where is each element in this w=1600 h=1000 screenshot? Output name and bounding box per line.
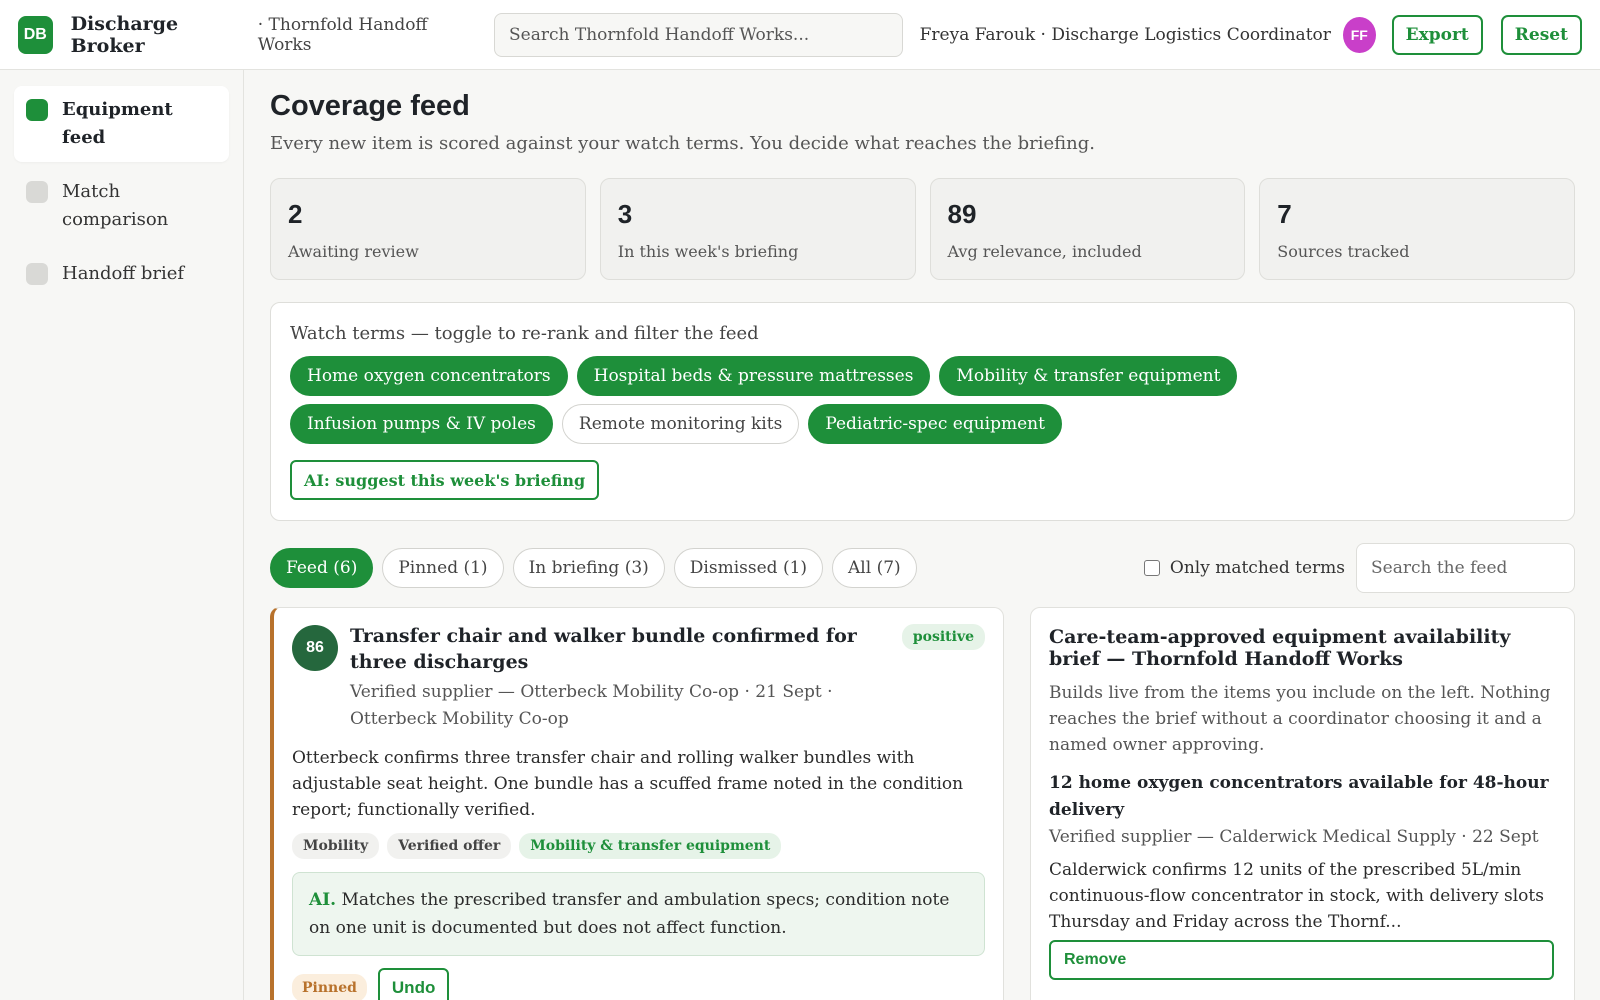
export-button[interactable]: Export [1391,14,1483,55]
global-search-input[interactable]: Search Thornfold Handoff Works... [494,12,903,57]
tab-dismissed[interactable]: Dismissed (1) [673,548,824,588]
stats-row: 2 Awaiting review 3 In this week's brief… [270,178,1575,280]
watch-terms-title: Watch terms — toggle to re-rank and filt… [290,323,759,344]
brief-item-source: Verified supplier — Calderwick Medical S… [1049,827,1539,847]
brief-title: Care-team-approved equipment availabilit… [1049,626,1511,670]
watch-term-chip[interactable]: Mobility & transfer equipment [939,356,1238,396]
ai-summary-text: Matches the prescribed transfer and ambu… [309,890,950,938]
watch-term-chip[interactable]: Hospital beds & pressure mattresses [576,356,931,396]
sidebar-item-label: Equipment feed [62,99,173,148]
tab-feed[interactable]: Feed (6) [270,548,374,588]
feed-item-card[interactable]: 86 Transfer chair and walker bundle conf… [270,607,1004,1000]
tab-pinned[interactable]: Pinned (1) [382,548,504,588]
watch-term-chip[interactable]: Pediatric-spec equipment [808,404,1062,444]
page-title: Coverage feed [270,90,470,122]
watch-term-chip[interactable]: Infusion pumps & IV poles [290,404,553,444]
reset-button[interactable]: Reset [1500,14,1582,55]
sidebar-item-label: Match comparison [62,181,169,230]
nav-square-icon [26,99,48,121]
watch-term-chip[interactable]: Remote monitoring kits [561,404,800,444]
tab-all[interactable]: All (7) [832,548,917,588]
stat-card: 2 Awaiting review [270,178,586,280]
feed-item-tags: Mobility Verified offer Mobility & trans… [292,833,985,859]
sidebar-item-handoff-brief[interactable]: Handoff brief [14,250,229,298]
app-title: Discharge Broker [70,12,179,57]
brief-item-body: Calderwick confirms 12 units of the pres… [1049,860,1544,932]
sidebar-item-match-comparison[interactable]: Match comparison [14,168,229,244]
matched-term-tag: Mobility & transfer equipment [519,833,782,859]
pinned-badge: Pinned [292,974,367,1000]
sentiment-badge: positive [901,624,985,650]
stat-label: In this week's briefing [617,242,799,261]
stat-value: 7 [1277,199,1292,229]
feed-item-actions: Pinned Undo [292,968,985,1000]
content-columns: 86 Transfer chair and walker bundle conf… [270,607,1575,1000]
stat-card: 7 Sources tracked [1259,178,1575,280]
sidebar-item-equipment-feed[interactable]: Equipment feed [14,86,229,162]
sidebar: Equipment feed Match comparison Handoff … [0,70,244,1000]
stat-value: 3 [617,199,633,229]
feed-item-source: Verified supplier — Otterbeck Mobility C… [350,682,833,729]
ai-prefix: AI. [309,890,337,910]
feed-filters: Feed (6) Pinned (1) In briefing (3) Dism… [270,543,1575,593]
nav-square-icon [26,181,48,203]
avatar[interactable]: FF [1342,16,1376,53]
only-matched-label[interactable]: Only matched terms [1170,558,1345,578]
brief-subtitle: Builds live from the items you include o… [1049,683,1551,755]
tag: Verified offer [387,833,512,859]
feed-item-body: Otterbeck confirms three transfer chair … [292,748,964,820]
stat-value: 89 [947,199,977,229]
watch-term-chip[interactable]: Home oxygen concentrators [290,356,568,396]
feed-search-input[interactable]: Search the feed [1356,543,1575,593]
global-search-placeholder: Search Thornfold Handoff Works... [509,24,810,45]
undo-button[interactable]: Undo [377,968,450,1000]
main-content: Coverage feed Every new item is scored a… [270,90,1575,1000]
workspace-name: · Thornfold Handoff Works [257,14,428,55]
stat-label: Awaiting review [288,242,419,261]
stat-card: 89 Avg relevance, included [929,178,1246,280]
tag: Mobility [292,833,380,859]
stat-label: Avg relevance, included [947,242,1142,261]
app-logo[interactable]: DB [18,15,53,54]
stat-label: Sources tracked [1277,242,1410,261]
watch-terms-panel: Watch terms — toggle to re-rank and filt… [270,302,1575,521]
page-subtitle: Every new item is scored against your wa… [270,133,1096,154]
only-matched-checkbox[interactable] [1143,560,1160,576]
stat-card: 3 In this week's briefing [599,178,916,280]
tab-in-briefing[interactable]: In briefing (3) [512,548,665,588]
nav-square-icon [26,263,48,285]
user-name: Freya Farouk · Discharge Logistics Coord… [919,24,1331,45]
brief-panel: Care-team-approved equipment availabilit… [1030,607,1575,1000]
feed-item-title[interactable]: Transfer chair and walker bundle confirm… [350,623,874,675]
ai-summary: AI. Matches the prescribed transfer and … [292,872,985,956]
remove-button[interactable]: Remove [1049,940,1554,980]
brief-item-title: 12 home oxygen concentrators available f… [1049,773,1549,820]
feed-search-placeholder: Search the feed [1371,558,1508,578]
ai-suggest-button[interactable]: AI: suggest this week's briefing [290,460,600,500]
relevance-score: 86 [292,625,338,671]
stat-value: 2 [288,199,303,229]
top-bar: DB Discharge Broker · Thornfold Handoff … [0,0,1600,70]
feed-item-header: 86 Transfer chair and walker bundle conf… [292,623,985,675]
watch-terms-chips: Home oxygen concentrators Hospital beds … [290,356,1490,444]
sidebar-item-label: Handoff brief [62,263,185,284]
